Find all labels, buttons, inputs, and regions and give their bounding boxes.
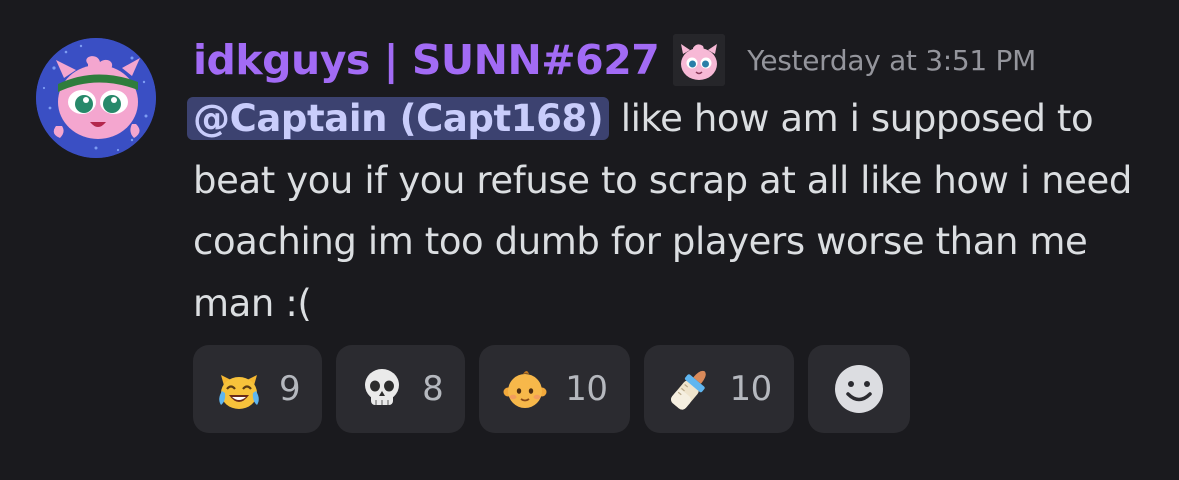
reaction-bar: 9 8 10 10 xyxy=(193,345,910,433)
add-reaction-smiley-icon xyxy=(834,365,883,413)
message-timestamp: Yesterday at 3:51 PM xyxy=(747,43,1036,77)
reaction-count: 10 xyxy=(729,369,773,409)
jigglypuff-icon xyxy=(673,34,726,86)
baby-emoji-icon xyxy=(503,371,547,408)
reaction-count: 10 xyxy=(565,369,608,409)
reaction-skull[interactable]: 8 xyxy=(336,345,466,433)
reaction-baby-bottle[interactable]: 10 xyxy=(643,345,794,433)
message-content: @Captain (Capt168) like how am i suppose… xyxy=(187,88,1153,334)
reaction-count: 9 xyxy=(279,369,301,409)
joy-cat-emoji-icon xyxy=(219,375,259,409)
message-header: idkguys | SUNN#627 Yesterday at 3:51 PM xyxy=(193,30,1036,90)
user-avatar[interactable] xyxy=(36,38,156,158)
skull-emoji-icon xyxy=(365,369,400,405)
chat-message: idkguys | SUNN#627 Yesterday at 3:51 PM … xyxy=(0,0,1179,480)
baby-bottle-emoji-icon xyxy=(670,370,706,410)
username[interactable]: idkguys | SUNN#627 xyxy=(193,36,660,84)
user-mention[interactable]: @Captain (Capt168) xyxy=(187,97,610,140)
jigglypuff-role-icon[interactable] xyxy=(673,34,726,86)
reaction-baby[interactable]: 10 xyxy=(479,345,630,433)
reaction-count: 8 xyxy=(422,369,444,409)
reaction-joy-cat[interactable]: 9 xyxy=(193,345,323,433)
jigglypuff-avatar-icon xyxy=(36,38,156,158)
add-reaction-button[interactable] xyxy=(807,345,910,433)
